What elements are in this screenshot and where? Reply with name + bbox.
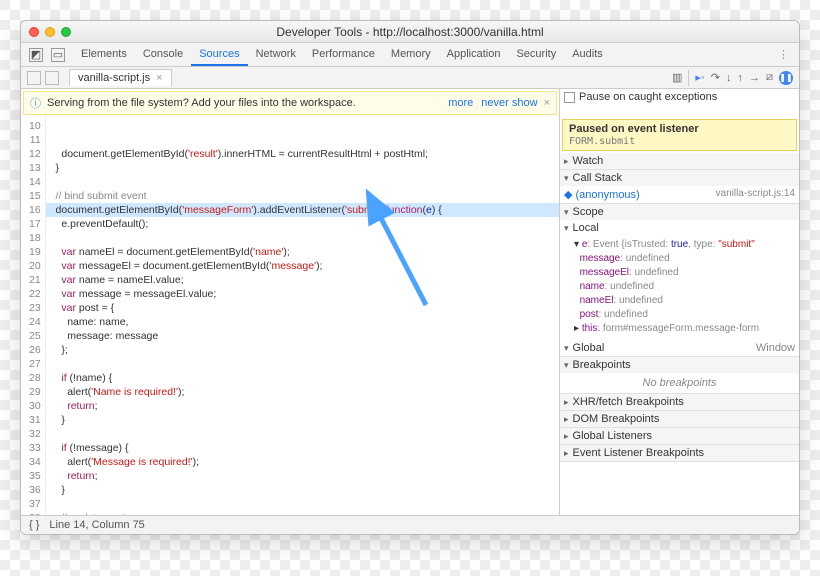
pause-on-exceptions-checkbox[interactable]: Pause on caught exceptions [560, 89, 799, 105]
tab-audits[interactable]: Audits [564, 44, 611, 66]
no-breakpoints-text: No breakpoints [560, 373, 799, 393]
prettyprint-icon[interactable]: { } [29, 519, 39, 531]
code-line[interactable]: message: message [46, 329, 559, 343]
code-line[interactable] [46, 357, 559, 371]
sources-subbar: vanilla-script.js × ▥ ▸◦ ↷ ↓ ↑ → ⧄ ❚❚ [21, 67, 799, 89]
tab-elements[interactable]: Elements [73, 44, 135, 66]
statusbar: { } Line 14, Column 75 [21, 515, 799, 534]
code-line[interactable]: }; [46, 343, 559, 357]
code-line[interactable]: alert('Message is required!'); [46, 455, 559, 469]
code-line[interactable]: document.getElementById('messageForm').a… [46, 203, 559, 217]
info-icon: ⓘ [30, 95, 41, 111]
resume-icon[interactable]: ▸◦ [695, 71, 704, 84]
inspect-icon[interactable]: ◩ [29, 48, 43, 62]
code-line[interactable]: var nameEl = document.getElementById('na… [46, 245, 559, 259]
tab-security[interactable]: Security [508, 44, 564, 66]
callstack-section[interactable]: Call Stack ◆ (anonymous) vanilla-script.… [560, 170, 799, 204]
tab-console[interactable]: Console [135, 44, 191, 66]
device-icon[interactable]: ▭ [51, 48, 65, 62]
step-into-icon[interactable]: ↓ [726, 72, 732, 84]
scope-variable[interactable]: messageEl: undefined [574, 266, 793, 280]
code-line[interactable] [46, 497, 559, 511]
infobar-nevershow-link[interactable]: never show [481, 97, 537, 109]
tab-performance[interactable]: Performance [304, 44, 383, 66]
code-line[interactable]: } [46, 413, 559, 427]
paused-title: Paused on event listener [569, 123, 699, 135]
main-toolbar: ◩ ▭ ElementsConsoleSourcesNetworkPerform… [21, 43, 799, 67]
code-line[interactable]: var name = nameEl.value; [46, 273, 559, 287]
event-listener-bp-section[interactable]: Event Listener Breakpoints [560, 445, 799, 462]
infobar: ⓘ Serving from the file system? Add your… [23, 91, 557, 115]
code-line[interactable]: } [46, 483, 559, 497]
pause-label: Pause on caught exceptions [579, 91, 717, 103]
code-line[interactable]: if (!message) { [46, 441, 559, 455]
infobar-text: Serving from the file system? Add your f… [47, 97, 356, 109]
code-line[interactable]: e.preventDefault(); [46, 217, 559, 231]
window-title: Developer Tools - http://localhost:3000/… [21, 25, 799, 39]
scope-section[interactable]: Scope Local ▾ e: Event {isTrusted: true,… [560, 204, 799, 357]
scope-variable[interactable]: message: undefined [574, 252, 793, 266]
code-line[interactable]: // update posts [46, 511, 559, 515]
code-line[interactable]: var message = messageEl.value; [46, 287, 559, 301]
global-listeners-section[interactable]: Global Listeners [560, 428, 799, 445]
code-editor[interactable]: 1011121314151617181920212223242526272829… [21, 117, 559, 515]
xhr-breakpoints-section[interactable]: XHR/fetch Breakpoints [560, 394, 799, 411]
panel-tabs: ElementsConsoleSourcesNetworkPerformance… [73, 44, 611, 66]
code-line[interactable]: var post = { [46, 301, 559, 315]
code-line[interactable]: var messageEl = document.getElementById(… [46, 259, 559, 273]
file-tab[interactable]: vanilla-script.js × [69, 69, 172, 86]
show-navigator-icon[interactable]: ▥ [672, 71, 682, 84]
tab-memory[interactable]: Memory [383, 44, 439, 66]
dom-breakpoints-section[interactable]: DOM Breakpoints [560, 411, 799, 428]
code-line[interactable]: } [46, 161, 559, 175]
debugger-sidebar: Paused on event listener FORM.submit Wat… [559, 117, 799, 515]
pause-icon[interactable]: ❚❚ [779, 71, 793, 85]
code-line[interactable]: if (!name) { [46, 371, 559, 385]
scope-variable[interactable]: ▸ this: form#messageForm.message-form [574, 322, 793, 336]
code-line[interactable] [46, 231, 559, 245]
navigator-toggle2-icon[interactable] [45, 71, 59, 85]
tab-sources[interactable]: Sources [191, 44, 247, 66]
cursor-position: Line 14, Column 75 [49, 519, 144, 531]
code-line[interactable]: name: name, [46, 315, 559, 329]
watch-section[interactable]: Watch [560, 153, 799, 170]
paused-banner: Paused on event listener FORM.submit [562, 119, 797, 151]
deactivate-bp-icon[interactable]: ⧄ [766, 71, 773, 84]
titlebar: Developer Tools - http://localhost:3000/… [21, 21, 799, 43]
infobar-more-link[interactable]: more [448, 97, 473, 109]
scope-variable[interactable]: ▾ e: Event {isTrusted: true, type: "subm… [574, 238, 793, 252]
code-line[interactable]: document.getElementById('result').innerH… [46, 147, 559, 161]
navigator-toggle-icon[interactable] [27, 71, 41, 85]
devtools-window: Developer Tools - http://localhost:3000/… [20, 20, 800, 535]
step-icon[interactable]: → [749, 72, 760, 84]
step-over-icon[interactable]: ↷ [711, 71, 720, 84]
settings-icon[interactable]: ⋮ [778, 48, 789, 61]
code-line[interactable]: return; [46, 469, 559, 483]
tab-network[interactable]: Network [248, 44, 304, 66]
code-line[interactable] [46, 427, 559, 441]
scope-variable[interactable]: name: undefined [574, 280, 793, 294]
tab-application[interactable]: Application [439, 44, 509, 66]
paused-detail: FORM.submit [569, 136, 635, 147]
code-line[interactable]: alert('Name is required!'); [46, 385, 559, 399]
step-out-icon[interactable]: ↑ [738, 72, 744, 84]
code-line[interactable]: // bind submit event [46, 189, 559, 203]
scope-variable[interactable]: post: undefined [574, 308, 793, 322]
infobar-close-icon[interactable]: × [544, 97, 550, 109]
breakpoints-section[interactable]: Breakpoints No breakpoints [560, 357, 799, 394]
code-line[interactable]: return; [46, 399, 559, 413]
close-tab-icon[interactable]: × [156, 72, 162, 84]
file-tab-label: vanilla-script.js [78, 72, 150, 84]
callstack-frame[interactable]: ◆ (anonymous) vanilla-script.js:14 [560, 186, 799, 203]
code-line[interactable] [46, 175, 559, 189]
scope-variable[interactable]: nameEl: undefined [574, 294, 793, 308]
